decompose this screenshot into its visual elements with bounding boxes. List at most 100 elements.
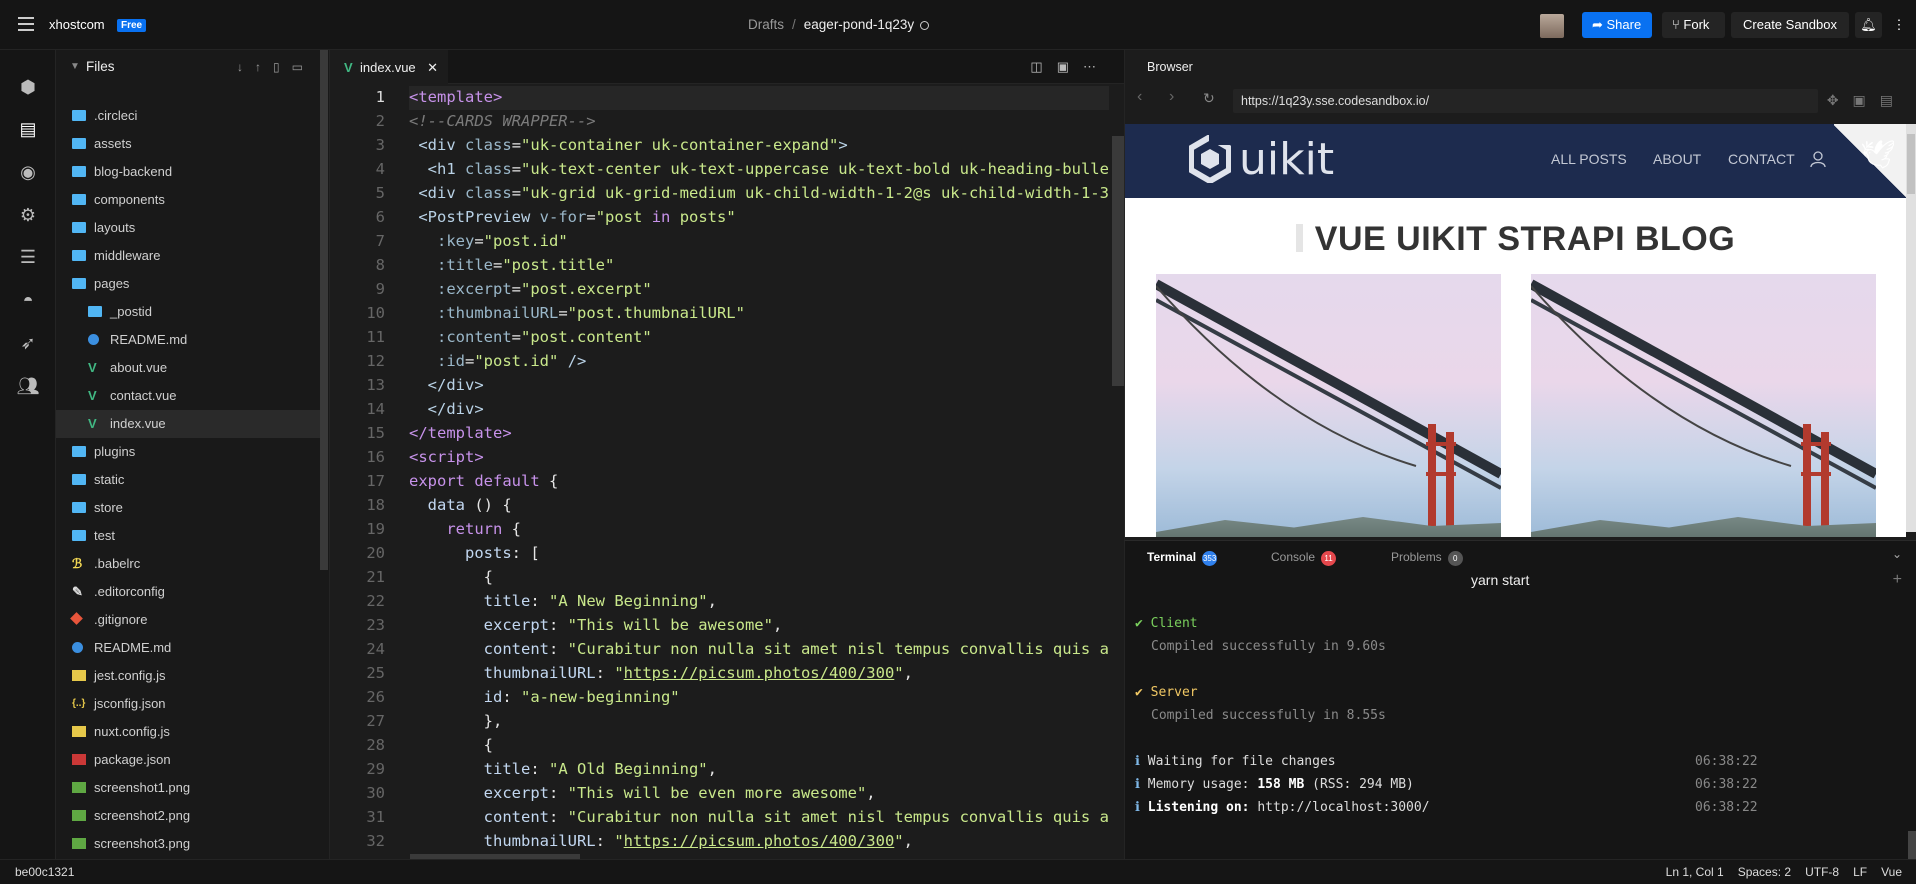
close-icon[interactable]: ✕ [427,52,438,84]
line-ending[interactable]: LF [1853,865,1867,879]
file-tree-item[interactable]: ℬ .babelrc [56,550,322,578]
chevron-down-icon[interactable]: ▼ [70,50,80,84]
server-icon[interactable]: ☰ [16,245,40,269]
editor-layout-icons[interactable]: ◫▣⋯ [1030,59,1110,75]
code-line[interactable]: :content="post.content" [409,328,652,346]
tab-problems[interactable]: Problems 0 [1391,550,1463,566]
file-tree-item[interactable]: .gitignore [56,606,322,634]
file-tree-item[interactable]: blog-backend [56,158,322,186]
file-tree-item[interactable]: screenshot3.png [56,830,322,858]
rocket-icon[interactable]: ➶ [16,331,40,355]
github-corner[interactable]: 🕊︎ [1834,124,1906,198]
file-tree-item[interactable]: jest.config.js [56,662,322,690]
file-tree-item[interactable]: .circleci [56,102,322,130]
file-tree-item[interactable]: nuxt.config.js [56,718,322,746]
file-tree-item[interactable]: screenshot2.png [56,802,322,830]
code-line[interactable]: :excerpt="post.excerpt" [409,280,652,298]
code-line[interactable]: <template> [409,88,502,106]
code-line[interactable]: id: "a-new-beginning" [409,688,680,706]
nav-all-posts[interactable]: ALL POSTS [1551,151,1627,167]
code-line[interactable]: thumbnailURL: "https://picsum.photos/400… [409,664,913,682]
bell-icon[interactable]: 🔔︎ [1855,12,1882,38]
editor-scrollbar[interactable] [1112,136,1124,386]
code-line[interactable]: :key="post.id" [409,232,568,250]
code-line[interactable]: }, [409,712,503,730]
post-card-image[interactable] [1156,274,1501,537]
terminal-scrollbar[interactable] [1908,831,1916,859]
file-icon[interactable]: ▤ [16,117,40,141]
code-line[interactable]: title: "A Old Beginning", [409,760,717,778]
code-line[interactable]: :id="post.id" /> [409,352,586,370]
file-tree-item[interactable]: assets [56,130,322,158]
file-tree-item[interactable]: ✎ .editorconfig [56,578,322,606]
site-logo-text[interactable]: uikit [1239,134,1334,185]
code-line[interactable]: <!--CARDS WRAPPER--> [409,112,596,130]
preview-scrollbar[interactable] [1906,124,1916,532]
code-line[interactable]: <h1 class="uk-text-center uk-text-upperc… [409,160,1109,178]
code-line[interactable]: excerpt: "This will be awesome", [409,616,783,634]
file-tree-item[interactable]: plugins [56,438,322,466]
sandbox-name[interactable]: eager-pond-1q23y [804,17,914,32]
user-icon[interactable] [1809,150,1827,168]
file-tree-item[interactable]: middleware [56,242,322,270]
cube-icon[interactable]: ⬢ [16,75,40,99]
menu-icon[interactable] [18,17,34,31]
code-line[interactable]: posts: [ [409,544,540,562]
code-line[interactable]: { [409,568,493,586]
code-line[interactable]: <script> [409,448,484,466]
fork-button[interactable]: ⑂ Fork [1662,12,1725,38]
file-tree-item[interactable]: pages [56,270,322,298]
file-tree-item[interactable]: layouts [56,214,322,242]
url-input[interactable]: https://1q23y.sse.codesandbox.io/ [1233,89,1818,113]
file-tree-item[interactable]: _postid [56,298,322,326]
indent-setting[interactable]: Spaces: 2 [1738,865,1791,879]
code-line[interactable]: return { [409,520,521,538]
tab-index-vue[interactable]: V index.vue ✕ [330,50,448,84]
code-line[interactable]: title: "A New Beginning", [409,592,717,610]
code-line[interactable]: content: "Curabitur non nulla sit amet n… [409,640,1109,658]
gear-icon[interactable]: ⚙ [16,203,40,227]
github-icon[interactable]: ◓ [16,288,40,312]
file-tree-item[interactable]: screenshot1.png [56,774,322,802]
refresh-icon[interactable]: ↻ [1203,90,1215,107]
cursor-position[interactable]: Ln 1, Col 1 [1666,865,1724,879]
users-icon[interactable]: 👥︎ [16,374,40,398]
code-line[interactable]: content: "Curabitur non nulla sit amet n… [409,808,1109,826]
file-tree-item[interactable]: README.md [56,326,322,354]
code-line[interactable]: <PostPreview v-for="post in posts" [409,208,735,226]
code-line[interactable]: :title="post.title" [409,256,614,274]
avatar[interactable] [1540,14,1564,38]
file-tree-item[interactable]: package.json [56,746,322,774]
encoding[interactable]: UTF-8 [1805,865,1839,879]
share-button[interactable]: ➦ Share [1582,12,1652,38]
code-line[interactable]: </div> [409,376,484,394]
nav-about[interactable]: ABOUT [1653,151,1701,167]
browser-action-icons[interactable]: ✥▣▤ [1827,92,1907,109]
files-header[interactable]: ▼ Files ↓↑▯▭ [56,50,329,84]
code-line[interactable]: </template> [409,424,512,442]
file-tree-item[interactable]: components [56,186,322,214]
search-icon[interactable]: ◉ [16,160,40,184]
files-scrollbar[interactable] [320,50,328,570]
code-line[interactable]: <div class="uk-grid uk-grid-medium uk-ch… [409,184,1109,202]
code-line[interactable]: </div> [409,400,484,418]
code-line[interactable]: { [409,736,493,754]
code-line[interactable]: thumbnailURL: "https://picsum.photos/400… [409,832,913,850]
file-tree-item[interactable]: Vindex.vue [56,410,322,438]
file-tree-item[interactable]: {..} jsconfig.json [56,690,322,718]
file-tree-item[interactable]: Vcontact.vue [56,382,322,410]
code-line[interactable]: export default { [409,472,558,490]
file-tree-item[interactable]: static [56,466,322,494]
chevron-down-icon[interactable]: ⌄ [1892,547,1902,561]
code-line[interactable]: :thumbnailURL="post.thumbnailURL" [409,304,745,322]
code-line[interactable]: <div class="uk-container uk-container-ex… [409,136,847,154]
breadcrumb-drafts[interactable]: Drafts [748,17,784,32]
back-icon[interactable]: ‹ [1137,88,1142,106]
code-line[interactable]: data () { [409,496,512,514]
file-tree-item[interactable]: test [56,522,322,550]
add-terminal-icon[interactable]: + [1893,571,1902,589]
file-tree-item[interactable]: Vabout.vue [56,354,322,382]
code-area[interactable]: 1 <template> 2 <!--CARDS WRAPPER--> 3 <div c… [330,86,1124,856]
workspace-name[interactable]: xhostcom [49,17,105,32]
tab-console[interactable]: Console 11 [1271,550,1337,566]
